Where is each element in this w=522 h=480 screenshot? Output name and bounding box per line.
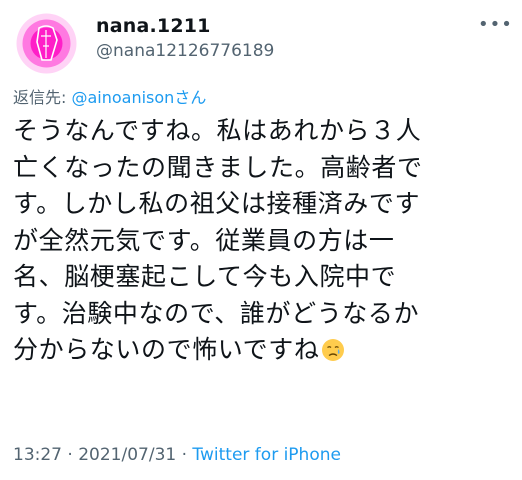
- tweet-source-link[interactable]: Twitter for iPhone: [192, 445, 341, 465]
- tweet-date[interactable]: 2021/07/31: [78, 445, 176, 465]
- reply-mention-link[interactable]: @ainoanisonさん: [71, 88, 206, 107]
- tweet-time[interactable]: 13:27: [13, 445, 62, 465]
- reply-to-line: 返信先: @ainoanisonさん: [13, 88, 206, 108]
- tweet-line: す。治験中なので、誰がどうなるか: [13, 298, 420, 328]
- tweet-line: 名、脳梗塞起こして今も入院中で: [13, 262, 397, 291]
- more-horizontal-icon[interactable]: •••: [478, 16, 513, 34]
- tweet-line-text: 分からないので怖いですね: [13, 335, 320, 364]
- avatar-image: [13, 10, 80, 77]
- crying-face-icon: [322, 339, 345, 361]
- author-display-name[interactable]: nana.1211: [96, 14, 211, 38]
- tweet-line: が全然元気です。従業員の方は一: [13, 225, 395, 255]
- tweet-text: そうなんですね。私はあれから３人 亡くなったの聞きました。高齢者で す。しかし私…: [13, 113, 513, 369]
- author-handle[interactable]: @nana12126776189: [96, 40, 274, 62]
- reply-prefix: 返信先:: [13, 88, 72, 107]
- avatar[interactable]: [13, 10, 80, 77]
- tweet-line: す。しかし私の祖父は接種済みです: [13, 189, 421, 218]
- meta-separator: ·: [62, 445, 79, 465]
- meta-separator: ·: [176, 445, 193, 465]
- tweet-meta: 13:27 · 2021/07/31 · Twitter for iPhone: [13, 444, 341, 466]
- tweet-line: 亡くなったの聞きました。高齢者で: [13, 152, 423, 182]
- tweet-line: そうなんですね。私はあれから３人: [13, 116, 422, 145]
- tweet-line-last: 分からないので怖いですね: [13, 332, 513, 369]
